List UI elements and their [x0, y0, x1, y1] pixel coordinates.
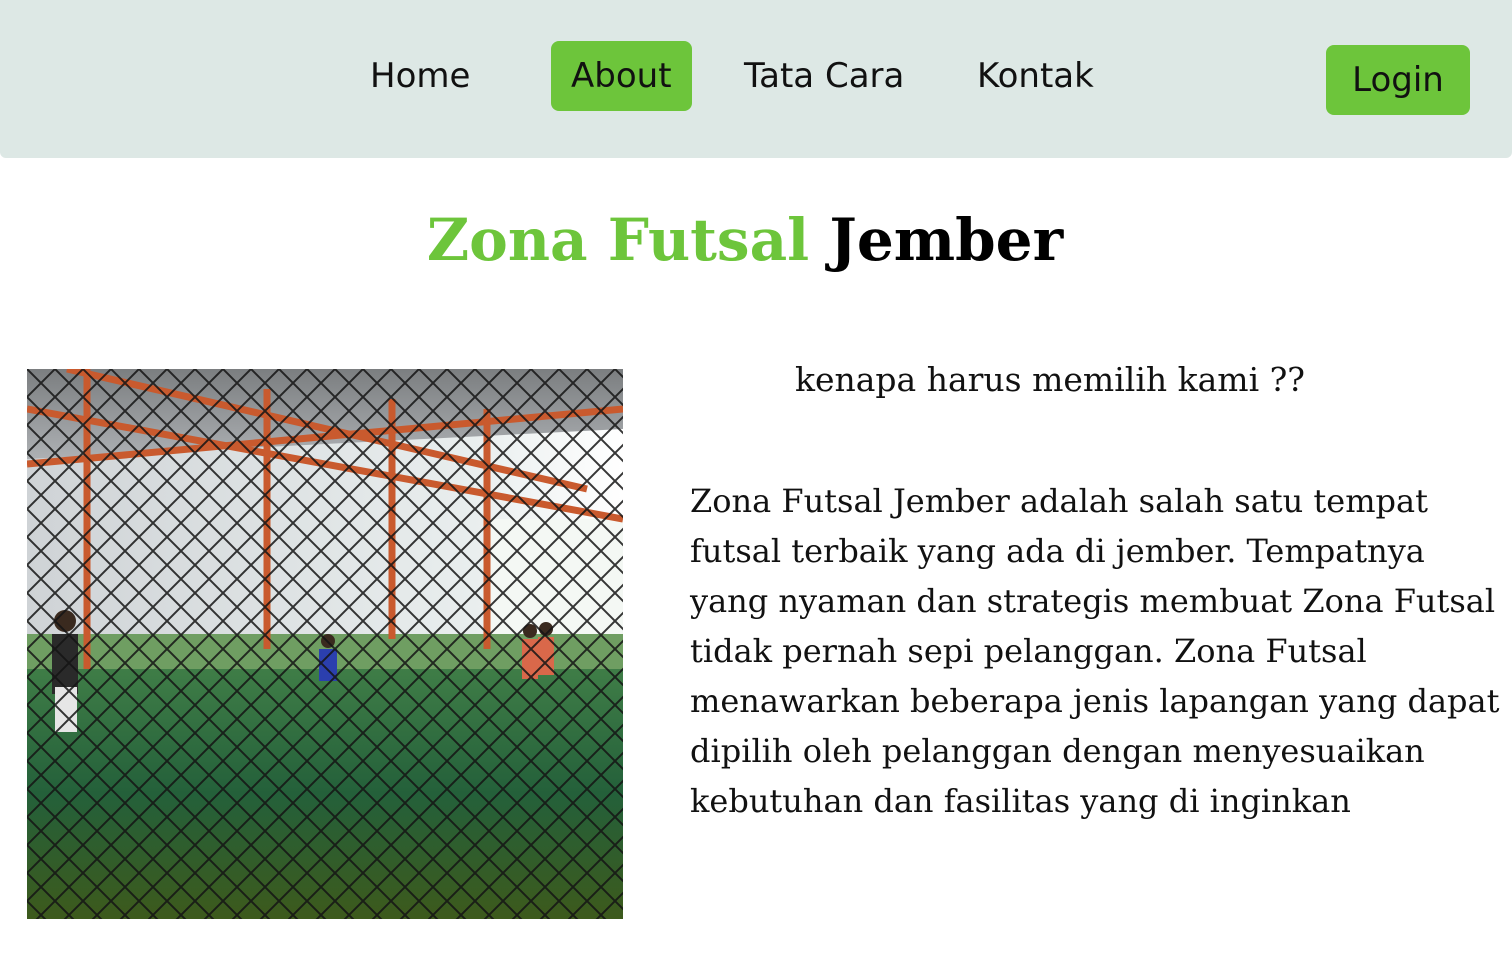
login-button[interactable]: Login — [1326, 45, 1470, 115]
nav-home[interactable]: Home — [350, 41, 490, 111]
futsal-court-image — [27, 369, 623, 919]
page-title-accent: Zona Futsal — [426, 206, 810, 274]
nav-kontak[interactable]: Kontak — [957, 41, 1114, 111]
about-description: Zona Futsal Jember adalah salah satu tem… — [690, 482, 1500, 820]
nav-about[interactable]: About — [551, 41, 692, 111]
why-choose-us-heading: kenapa harus memilih kami ?? — [794, 360, 1306, 399]
page-title: Zona Futsal Jember — [0, 200, 1490, 280]
page-title-rest: Jember — [829, 206, 1064, 274]
nav-tata-cara[interactable]: Tata Cara — [724, 41, 924, 111]
navbar: Home About Tata Cara Kontak Login — [0, 0, 1512, 158]
